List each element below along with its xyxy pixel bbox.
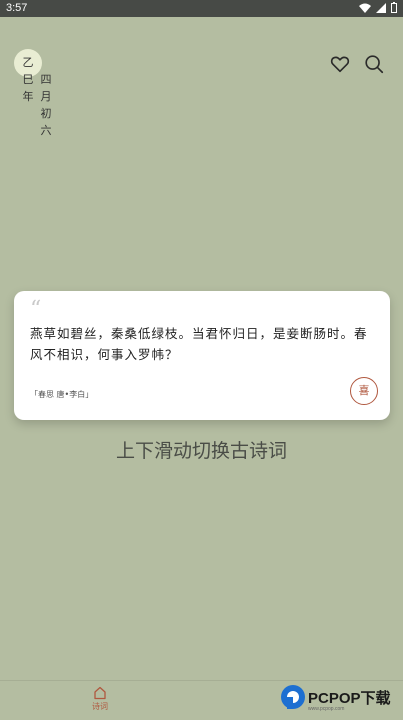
poem-card[interactable]: “ 燕草如碧丝，秦桑低绿枝。当君怀归日，是妾断肠时。春风不相识，何事入罗帏？ 「…	[14, 291, 390, 420]
seal-stamp[interactable]: 喜	[350, 377, 378, 405]
watermark-brand: PCPOP下载	[308, 690, 391, 707]
status-icons	[359, 2, 397, 13]
heart-icon[interactable]	[329, 53, 351, 75]
quote-mark: “	[30, 297, 42, 322]
watermark: PCPOP下载 www.pcpop.com	[276, 682, 400, 718]
tab-poems[interactable]: 诗词	[82, 686, 118, 712]
tab-poems-label: 诗词	[92, 702, 108, 711]
search-icon[interactable]	[363, 53, 385, 75]
poem-text: 燕草如碧丝，秦桑低绿枝。当君怀归日，是妾断肠时。春风不相识，何事入罗帏？	[30, 326, 368, 362]
watermark-sub: www.pcpop.com	[308, 706, 345, 712]
battery-icon	[391, 2, 397, 13]
home-icon	[94, 686, 106, 700]
date-day: 四月初六	[40, 73, 52, 137]
swipe-hint: 上下滑动切换古诗词	[115, 440, 287, 462]
wifi-icon	[359, 3, 371, 13]
date-year: 乙巳年	[22, 56, 34, 103]
lunar-date: 乙巳年 四月初六	[14, 49, 54, 139]
status-bar: 3:57	[0, 0, 403, 17]
pcpop-logo-icon	[281, 685, 305, 709]
status-time: 3:57	[6, 2, 28, 14]
bottom-divider	[0, 680, 403, 681]
signal-icon	[376, 2, 386, 13]
poem-source: 「春思 唐•李白」	[30, 390, 94, 399]
